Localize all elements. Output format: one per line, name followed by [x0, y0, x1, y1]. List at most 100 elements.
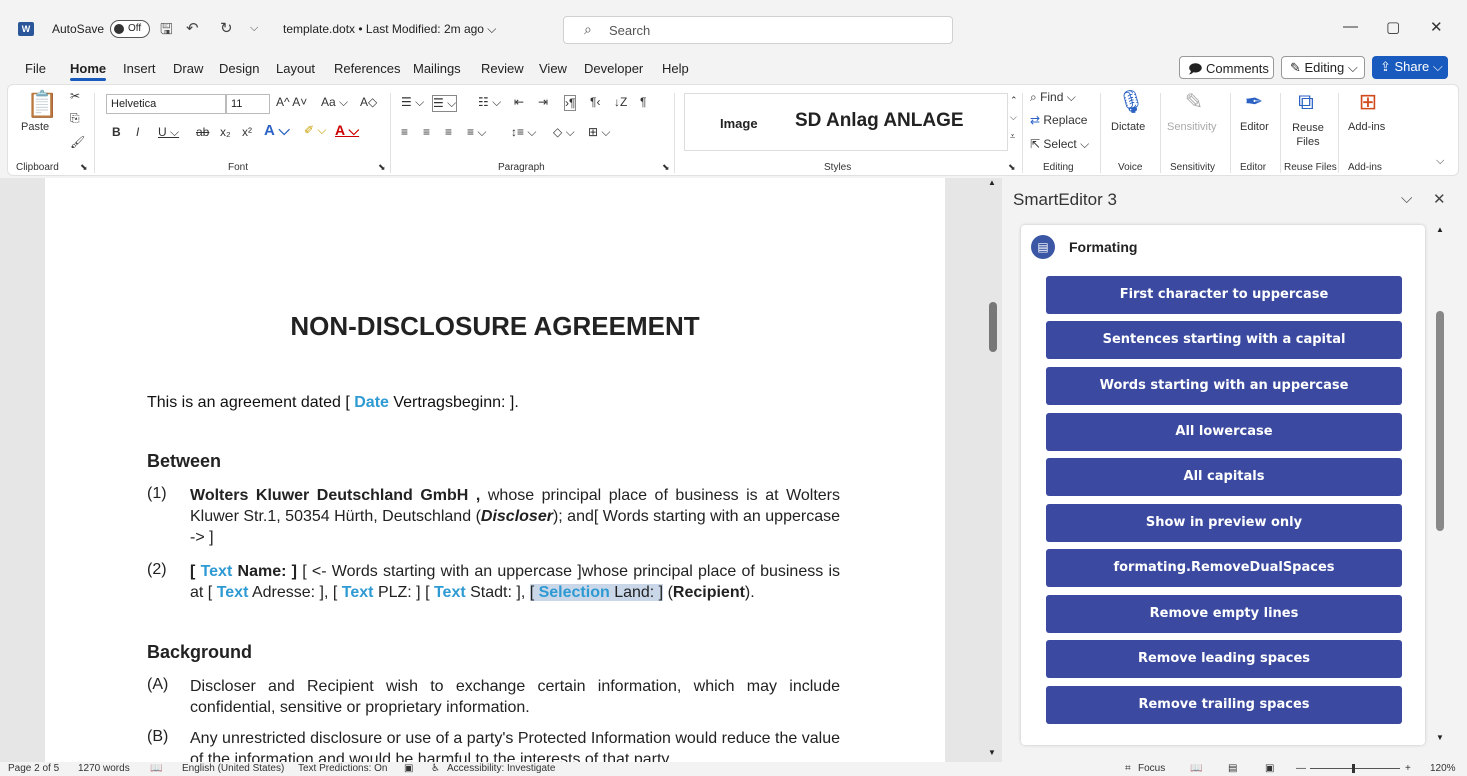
paragraph-launcher-icon[interactable]: ⬊	[662, 162, 670, 173]
styles-launcher-icon[interactable]: ⬊	[1008, 162, 1016, 173]
multilevel-list-icon[interactable]: ☷ ⌵	[478, 95, 501, 110]
bold-icon[interactable]: B	[112, 125, 121, 139]
sort-icon[interactable]: ↓Z	[614, 95, 627, 109]
subscript-icon[interactable]: x₂	[220, 125, 231, 139]
pane-options-icon[interactable]: ⌵	[1401, 190, 1412, 207]
increase-indent-icon[interactable]: ⇥	[538, 95, 548, 109]
remove-dual-spaces-button[interactable]: formating.RemoveDualSpaces	[1046, 549, 1402, 587]
tab-references[interactable]: References	[334, 61, 400, 76]
language[interactable]: English (United States)	[182, 763, 284, 774]
zoom-out-icon[interactable]: —	[1296, 763, 1306, 774]
minimize-icon[interactable]: —	[1343, 18, 1358, 35]
preview-only-button[interactable]: Show in preview only	[1046, 504, 1402, 542]
comments-button[interactable]: 🗩 Comments	[1179, 56, 1274, 79]
tab-review[interactable]: Review	[481, 61, 524, 76]
document-scrollbar[interactable]: ▲ ▼	[985, 178, 1001, 762]
focus-icon[interactable]: ⌗	[1125, 763, 1131, 774]
cut-icon[interactable]: ✂	[70, 89, 80, 103]
tab-help[interactable]: Help	[662, 61, 689, 76]
align-left-icon[interactable]: ≡	[401, 125, 408, 139]
scroll-up-icon[interactable]: ▲	[988, 178, 996, 187]
text-field[interactable]: Text	[201, 563, 233, 580]
add-ins-label[interactable]: Add-ins	[1348, 121, 1385, 133]
font-color-icon[interactable]: A ⌵	[335, 122, 359, 139]
find-button[interactable]: ⌕ Find ⌵	[1030, 90, 1076, 105]
align-right-icon[interactable]: ≡	[445, 125, 452, 139]
pane-scroll-thumb[interactable]	[1436, 311, 1444, 531]
reuse-files-icon[interactable]: ⧉	[1292, 89, 1320, 117]
reuse-files-label[interactable]: Reuse Files	[1290, 121, 1326, 149]
pane-close-icon[interactable]: ✕	[1433, 190, 1446, 208]
font-size-select[interactable]: 11	[226, 94, 270, 114]
numbering-icon[interactable]: ☰ ⌵	[432, 95, 458, 112]
format-painter-icon[interactable]: 🖌	[70, 135, 85, 149]
dictate-label[interactable]: Dictate	[1111, 121, 1145, 133]
tab-design[interactable]: Design	[219, 61, 259, 76]
page-count[interactable]: Page 2 of 5	[8, 763, 59, 774]
decrease-indent-icon[interactable]: ⇤	[514, 95, 524, 109]
restore-icon[interactable]: ▢	[1386, 18, 1400, 36]
pane-scrollbar[interactable]: ▲ ▼	[1435, 225, 1445, 745]
justify-icon[interactable]: ≡ ⌵	[467, 125, 486, 140]
strikethrough-icon[interactable]: ab	[196, 125, 209, 139]
styles-scroll-up-icon[interactable]: ⌃	[1010, 95, 1018, 106]
copy-icon[interactable]: ⎘	[70, 111, 80, 126]
styles-more-icon[interactable]: ⩡	[1010, 131, 1015, 142]
italic-icon[interactable]: I	[136, 125, 139, 139]
redo-icon[interactable]: ↻	[220, 19, 233, 37]
undo-icon[interactable]: ↶	[186, 19, 199, 37]
read-mode-icon[interactable]: 📖	[1190, 763, 1202, 774]
remove-trailing-spaces-button[interactable]: Remove trailing spaces	[1046, 686, 1402, 724]
clipboard-launcher-icon[interactable]: ⬊	[80, 162, 88, 173]
tab-insert[interactable]: Insert	[123, 61, 156, 76]
scroll-up-icon[interactable]: ▲	[1436, 225, 1444, 234]
word-count[interactable]: 1270 words	[78, 763, 130, 774]
scroll-down-icon[interactable]: ▼	[1436, 733, 1444, 742]
document-title[interactable]: template.dotx • Last Modified: 2m ago ⌵	[283, 22, 496, 37]
close-icon[interactable]: ✕	[1430, 18, 1443, 36]
zoom-slider[interactable]	[1310, 768, 1400, 769]
share-button[interactable]: ⇪ Share ⌵	[1372, 56, 1448, 79]
remove-empty-lines-button[interactable]: Remove empty lines	[1046, 595, 1402, 633]
sentences-capital-button[interactable]: Sentences starting with a capital	[1046, 321, 1402, 359]
first-char-uppercase-button[interactable]: First character to uppercase	[1046, 276, 1402, 314]
font-name-select[interactable]: Helvetica	[106, 94, 226, 114]
rtl-icon[interactable]: ¶‹	[590, 95, 600, 109]
zoom-slider-thumb[interactable]	[1352, 764, 1355, 773]
sensitivity-icon[interactable]: ✎	[1180, 89, 1208, 117]
search-box[interactable]: ⌕ Search	[563, 16, 953, 44]
microphone-icon[interactable]: 🎙	[1117, 89, 1145, 117]
font-launcher-icon[interactable]: ⬊	[378, 162, 386, 173]
focus-label[interactable]: Focus	[1138, 763, 1165, 774]
style-sd-anlage[interactable]: SD Anlag ANLAGE	[795, 110, 964, 132]
styles-gallery[interactable]: Image SD Anlag ANLAGE	[684, 93, 1008, 151]
tab-mailings[interactable]: Mailings	[413, 61, 461, 76]
web-layout-icon[interactable]: ▣	[1265, 763, 1274, 774]
shading-icon[interactable]: ◇ ⌵	[553, 125, 575, 140]
clear-formatting-icon[interactable]: A◇	[360, 95, 377, 109]
document-page[interactable]: NON-DISCLOSURE AGREEMENT This is an agre…	[45, 178, 945, 762]
collapse-ribbon-icon[interactable]: ⌵	[1436, 155, 1444, 168]
search-input[interactable]: Search	[609, 23, 650, 38]
borders-icon[interactable]: ⊞ ⌵	[588, 125, 611, 140]
paste-icon[interactable]: 📋	[26, 89, 58, 119]
text-field[interactable]: Text	[434, 584, 466, 601]
superscript-icon[interactable]: x²	[242, 125, 252, 139]
align-center-icon[interactable]: ≡	[423, 125, 430, 139]
editor-label[interactable]: Editor	[1240, 121, 1269, 133]
replace-button[interactable]: ⇄ Replace	[1030, 113, 1087, 127]
editor-icon[interactable]: ✒	[1240, 89, 1268, 117]
tab-developer[interactable]: Developer	[584, 61, 643, 76]
words-uppercase-button[interactable]: Words starting with an uppercase	[1046, 367, 1402, 405]
ltr-icon[interactable]: ›¶	[564, 95, 577, 111]
editing-mode-button[interactable]: ✎ Editing ⌵	[1281, 56, 1365, 79]
zoom-level[interactable]: 120%	[1430, 763, 1456, 774]
date-field[interactable]: Date	[354, 394, 389, 411]
autosave-toggle[interactable]: Off	[110, 20, 150, 38]
text-effects-icon[interactable]: A ⌵	[264, 122, 290, 139]
all-capitals-button[interactable]: All capitals	[1046, 458, 1402, 496]
styles-scroll-down-icon[interactable]: ⌵	[1010, 112, 1017, 123]
zoom-in-icon[interactable]: +	[1405, 763, 1411, 774]
remove-leading-spaces-button[interactable]: Remove leading spaces	[1046, 640, 1402, 678]
tab-home[interactable]: Home	[70, 61, 107, 81]
